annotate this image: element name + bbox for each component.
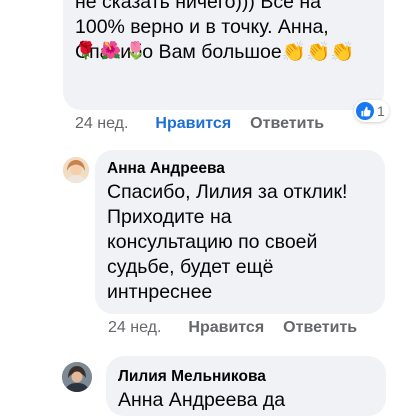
avatar[interactable] [62,362,92,392]
comment-time[interactable]: 24 нед. [108,319,161,337]
emoji-row: 🌹 🌺 🌷 [75,41,147,61]
comment-text: Анна Андреева да [118,389,286,411]
comment-bubble: не сказать ничего))) Все на 100% верно и… [63,0,384,110]
comment-author[interactable]: Лилия Мельникова [118,368,266,386]
thumbs-up-icon [356,102,374,120]
comment-author[interactable]: Анна Андреева [107,160,225,178]
hibiscus-emoji: 🌺 [100,41,122,60]
comment-actions: 24 нед. Нравится Ответить [108,319,357,337]
like-button[interactable]: Нравится [155,115,231,133]
reaction-count: 1 [377,103,385,119]
reaction-badge[interactable]: 1 [354,100,389,122]
comment-text: Спасибо, Лилия за отклик! Приходите на к… [107,181,348,303]
avatar[interactable] [63,157,89,183]
reply-button[interactable]: Ответить [250,115,324,133]
like-button[interactable]: Нравится [188,319,264,337]
comment-bubble: Лилия Мельникова Анна Андреева да [106,356,386,416]
reply-button[interactable]: Ответить [283,319,357,337]
comment-bubble: Анна Андреева Спасибо, Лилия за отклик! … [95,150,385,314]
rose-emoji: 🌹 [75,41,97,60]
comment-actions: 24 нед. Нравится Ответить [75,115,324,133]
comment-time[interactable]: 24 нед. [75,115,128,133]
tulip-emoji: 🌷 [125,41,147,60]
